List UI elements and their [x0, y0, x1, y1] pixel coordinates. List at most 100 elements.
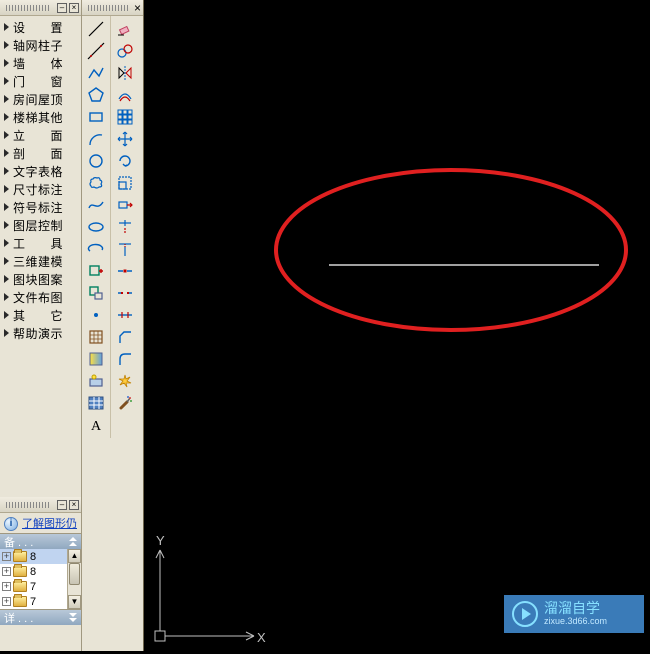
scroll-track[interactable]	[68, 563, 81, 595]
expand-icon[interactable]: +	[2, 597, 11, 606]
chevron-right-icon	[4, 275, 9, 283]
spline-tool[interactable]	[84, 194, 108, 216]
axis-y-label: Y	[156, 533, 165, 548]
folder-icon	[13, 551, 27, 562]
resource-tree[interactable]: +8 +8 +7 +7 ▲ ▼	[0, 549, 81, 609]
menu-item-section[interactable]: 剖 面	[0, 144, 81, 162]
rotate-tool[interactable]	[113, 150, 137, 172]
scroll-up-button[interactable]: ▲	[68, 549, 81, 563]
menu-item-help-demo[interactable]: 帮助演示	[0, 324, 81, 342]
erase-tool[interactable]	[113, 18, 137, 40]
tree-scrollbar[interactable]: ▲ ▼	[67, 549, 81, 609]
info-icon: i	[4, 517, 18, 531]
mirror-tool[interactable]	[113, 62, 137, 84]
toolbox-grip[interactable]	[88, 5, 128, 11]
hatch-tool[interactable]	[84, 326, 108, 348]
menu-item-stairs-other[interactable]: 楼梯其他	[0, 108, 81, 126]
chevron-right-icon	[4, 185, 9, 193]
info-link-row[interactable]: i 了解图形仍	[0, 513, 81, 533]
make-block-tool[interactable]	[84, 282, 108, 304]
play-icon	[512, 601, 538, 627]
chevron-right-icon	[4, 149, 9, 157]
text-tool[interactable]: A	[84, 414, 108, 436]
chevron-right-icon	[4, 293, 9, 301]
menu-item-axis-grid[interactable]: 轴网柱子	[0, 36, 81, 54]
menu-item-settings[interactable]: 设 置	[0, 18, 81, 36]
menu-item-text-table[interactable]: 文字表格	[0, 162, 81, 180]
explode-tool[interactable]	[113, 370, 137, 392]
menu-item-tools[interactable]: 工 具	[0, 234, 81, 252]
menu-item-layer-control[interactable]: 图层控制	[0, 216, 81, 234]
array-tool[interactable]	[113, 106, 137, 128]
scroll-down-button[interactable]: ▼	[68, 595, 81, 609]
table-tool[interactable]	[84, 392, 108, 414]
expand-icon[interactable]: +	[2, 582, 11, 591]
polyline-tool[interactable]	[84, 62, 108, 84]
menu-item-other[interactable]: 其 它	[0, 306, 81, 324]
sidebar-close-button[interactable]: ×	[69, 3, 79, 13]
chamfer-tool[interactable]	[113, 326, 137, 348]
info-link-text: 了解图形仍	[22, 515, 77, 531]
panel-minimize-button[interactable]: –	[57, 500, 67, 510]
scale-tool[interactable]	[113, 172, 137, 194]
chevron-right-icon	[4, 257, 9, 265]
extend-tool[interactable]	[113, 238, 137, 260]
toolbox-close-button[interactable]: ×	[134, 1, 141, 15]
region-tool[interactable]	[84, 370, 108, 392]
menu-item-wall[interactable]: 墙 体	[0, 54, 81, 72]
ellipse-tool[interactable]	[84, 216, 108, 238]
watermark-url: zixue.3d66.com	[544, 617, 607, 627]
ucs-icon	[155, 550, 254, 641]
lower-sidebar-header: – ×	[0, 497, 81, 513]
rectangle-tool[interactable]	[84, 106, 108, 128]
menu-item-symbol[interactable]: 符号标注	[0, 198, 81, 216]
menu-item-room-roof[interactable]: 房间屋顶	[0, 90, 81, 108]
chevron-right-icon	[4, 131, 9, 139]
chevron-right-icon	[4, 239, 9, 247]
folder-icon	[13, 596, 27, 607]
match-properties-tool[interactable]	[113, 392, 137, 414]
circle-tool[interactable]	[84, 150, 108, 172]
panel-close-button[interactable]: ×	[69, 500, 79, 510]
point-tool[interactable]	[84, 304, 108, 326]
section-title: 详 . . .	[4, 610, 33, 626]
menu-item-door-window[interactable]: 门 窗	[0, 72, 81, 90]
scroll-thumb[interactable]	[69, 563, 80, 585]
break-at-point-tool[interactable]	[113, 260, 137, 282]
menu-item-3d-modeling[interactable]: 三维建模	[0, 252, 81, 270]
polygon-tool[interactable]	[84, 84, 108, 106]
join-tool[interactable]	[113, 304, 137, 326]
copy-tool[interactable]	[113, 40, 137, 62]
chevron-right-icon	[4, 59, 9, 67]
construction-line-tool[interactable]	[84, 40, 108, 62]
break-tool[interactable]	[113, 282, 137, 304]
panel-grip[interactable]	[6, 502, 51, 508]
sidebar-minimize-button[interactable]: –	[57, 3, 67, 13]
menu-item-file-layout[interactable]: 文件布图	[0, 288, 81, 306]
trim-tool[interactable]	[113, 216, 137, 238]
line-tool[interactable]	[84, 18, 108, 40]
tool-columns: A	[82, 0, 143, 438]
fillet-tool[interactable]	[113, 348, 137, 370]
stretch-tool[interactable]	[113, 194, 137, 216]
gradient-tool[interactable]	[84, 348, 108, 370]
folder-icon	[13, 566, 27, 577]
offset-tool[interactable]	[113, 84, 137, 106]
draw-tools-column: A	[82, 16, 110, 438]
chevron-right-icon	[4, 95, 9, 103]
chevron-right-icon	[4, 203, 9, 211]
expand-icon[interactable]: +	[2, 552, 11, 561]
drawing-canvas[interactable]: X Y	[144, 0, 650, 651]
menu-item-block-pattern[interactable]: 图块图案	[0, 270, 81, 288]
details-header[interactable]: 详 . . .	[0, 609, 81, 625]
panel-grip[interactable]	[6, 5, 51, 11]
menu-item-dimension[interactable]: 尺寸标注	[0, 180, 81, 198]
revision-cloud-tool[interactable]	[84, 172, 108, 194]
menu-item-elevation[interactable]: 立 面	[0, 126, 81, 144]
resources-header[interactable]: 备 . . .	[0, 533, 81, 549]
ellipse-arc-tool[interactable]	[84, 238, 108, 260]
expand-icon[interactable]: +	[2, 567, 11, 576]
arc-tool[interactable]	[84, 128, 108, 150]
move-tool[interactable]	[113, 128, 137, 150]
insert-block-tool[interactable]	[84, 260, 108, 282]
